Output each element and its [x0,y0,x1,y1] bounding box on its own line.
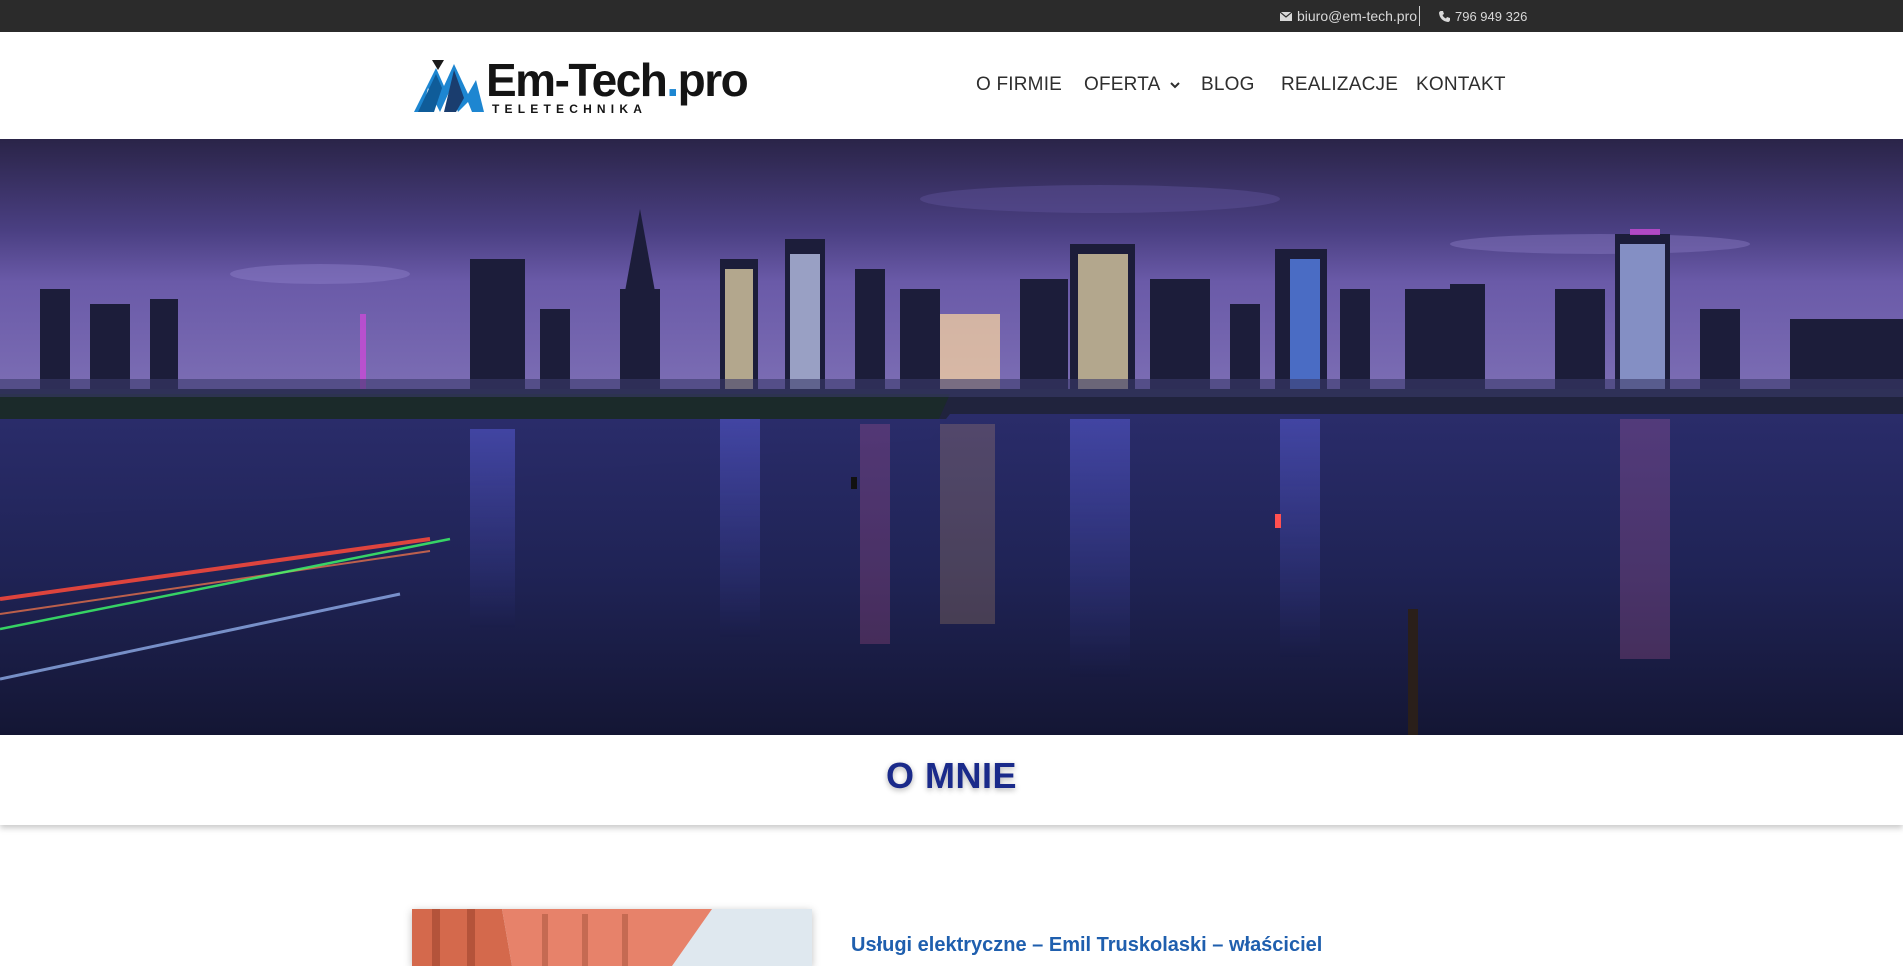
owner-photo [412,909,812,966]
phone-text: 796 949 326 [1455,8,1528,24]
site-header: Em-Tech.pro TELETECHNIKA O FIRMIE OFERTA… [0,32,1903,139]
phone-link[interactable]: 796 949 326 [1439,0,1527,32]
chevron-down-icon [1169,81,1180,88]
mountain-logo-icon [414,60,484,112]
nav-blog[interactable]: BLOG [1201,74,1255,96]
site-logo[interactable]: Em-Tech.pro TELETECHNIKA [414,52,749,126]
nav-o-firmie[interactable]: O FIRMIE [976,74,1062,96]
nav-realizacje[interactable]: REALIZACJE [1281,74,1398,96]
nav-oferta[interactable]: OFERTA [1084,74,1180,96]
email-text: biuro@em-tech.pro [1297,8,1418,24]
hero-banner-image [0,139,1903,735]
nav-kontakt[interactable]: KONTAKT [1416,74,1506,96]
email-link[interactable]: biuro@em-tech.pro [1280,0,1417,32]
page-title-band: O MNIE [0,735,1903,825]
logo-wordmark: Em-Tech.pro [486,54,749,106]
page-title: O MNIE [885,755,1017,796]
envelope-icon [1280,11,1292,21]
top-bar: biuro@em-tech.pro 796 949 326 [0,0,1903,32]
topbar-divider [1419,6,1420,26]
logo-tagline: TELETECHNIKA [492,102,648,116]
owner-heading: Usługi elektryczne – Emil Truskolaski – … [851,934,1323,956]
phone-icon [1439,10,1450,22]
